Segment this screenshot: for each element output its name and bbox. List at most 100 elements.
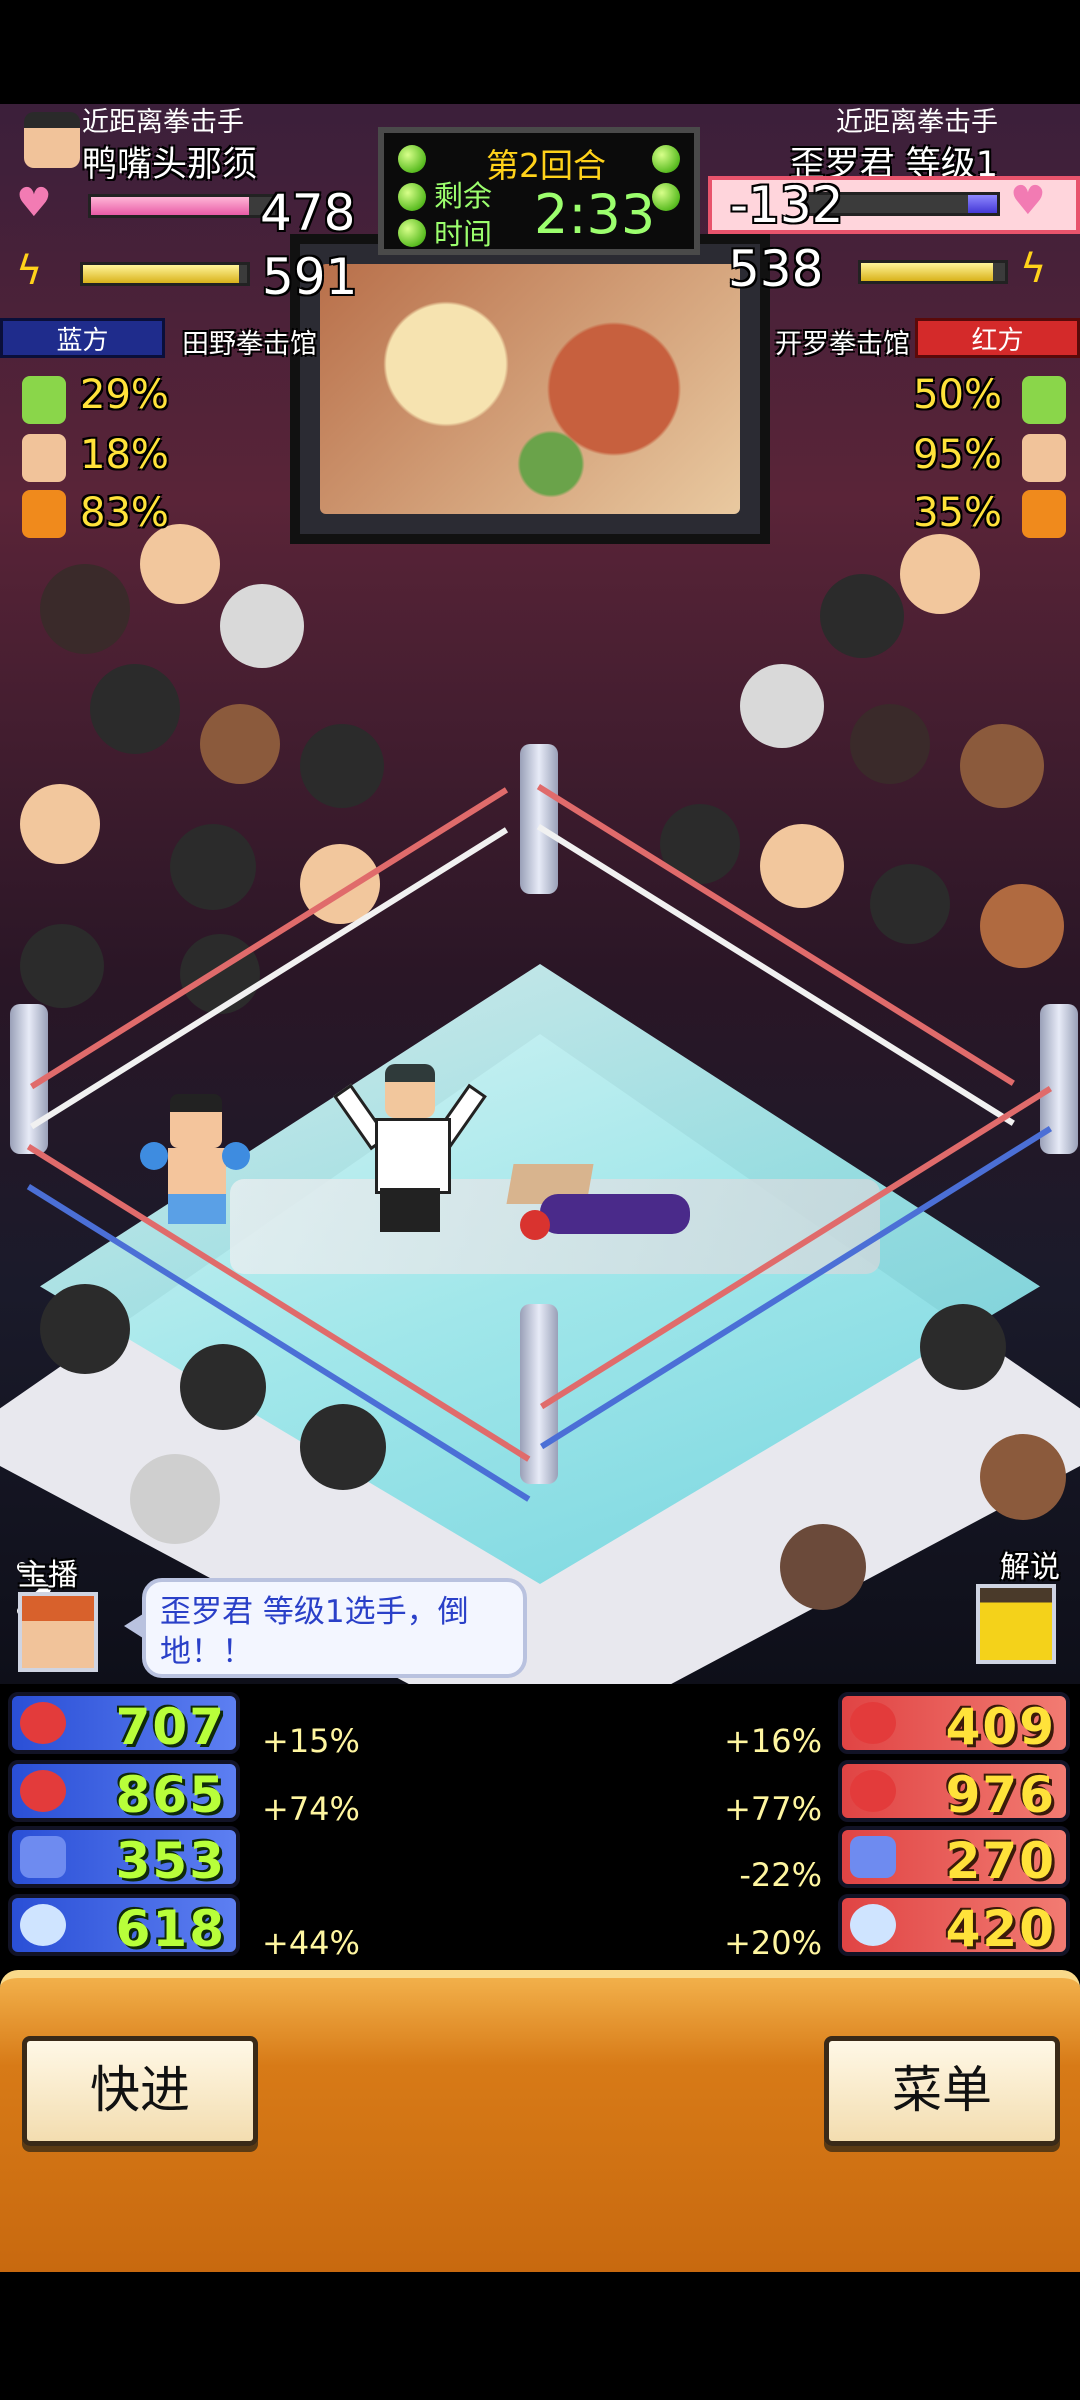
bottom-control-panel: 快进 菜单: [0, 1970, 1080, 2272]
red-bonus-power: +16%: [724, 1722, 822, 1760]
blue-team-tag: 蓝方: [0, 318, 165, 358]
heart-icon: ♥: [16, 180, 52, 226]
crowd-member: [960, 724, 1044, 808]
red-bonus-strength: +77%: [724, 1790, 822, 1828]
green-ball-icon: [652, 183, 680, 211]
crowd-member: [760, 824, 844, 908]
blue-fighter-avatar: [24, 112, 80, 168]
crowd-member: [900, 534, 980, 614]
crowd-member: [980, 1434, 1066, 1520]
blue-fighter-name: 鸭嘴头那须: [82, 145, 258, 185]
crowd-member: [850, 704, 930, 784]
red-bonus-speed: +20%: [724, 1924, 822, 1962]
red-gym-name: 开罗拳击馆: [775, 329, 910, 360]
crowd-member: [140, 524, 220, 604]
announcer-label: 主播: [18, 1558, 78, 1593]
red-percent-1: 50%: [913, 372, 1002, 418]
red-bonus-defense: -22%: [739, 1856, 822, 1894]
blue-hp-bar: [88, 194, 278, 218]
crowd-member: [920, 1304, 1006, 1390]
round-scoreboard: 第2回合 剩余 时间 2:33: [378, 127, 700, 255]
crowd-member: [40, 564, 130, 654]
blue-bonus-power: +15%: [262, 1722, 360, 1760]
blue-boxer-sprite: [140, 1094, 250, 1244]
glove-icon: [850, 1702, 896, 1744]
green-ball-icon: [398, 145, 426, 173]
red-team-tag: 红方: [915, 318, 1080, 358]
shoe-icon: [20, 1904, 66, 1946]
red-percent-2: 95%: [913, 432, 1002, 478]
blue-stat-power: 707: [8, 1692, 240, 1756]
blue-bonus-strength: +74%: [262, 1790, 360, 1828]
fast-forward-button[interactable]: 快进: [22, 2036, 258, 2146]
referee-sprite: [333, 1064, 487, 1234]
blue-percent-2: 18%: [80, 432, 169, 478]
red-percent-3: 35%: [913, 490, 1002, 536]
crowd-member: [980, 884, 1064, 968]
arena-video-screen: [290, 234, 770, 544]
blue-stamina-value: 591: [262, 248, 358, 306]
crowd-member: [300, 1404, 386, 1490]
blue-bonus-speed: +44%: [262, 1924, 360, 1962]
red-boxer-knocked-down-sprite: [500, 1164, 700, 1254]
green-ball-icon: [398, 219, 426, 247]
shoe-icon: [850, 1904, 896, 1946]
crowd-member: [180, 934, 260, 1014]
commentator-label: 解说: [1000, 1550, 1060, 1585]
blue-fighter-title: 近距离拳击手: [82, 107, 244, 138]
red-stamina-bar: [858, 260, 1008, 284]
blue-percent-3: 83%: [80, 490, 169, 536]
red-stat-strength: 976: [838, 1760, 1070, 1824]
muscle-icon: [850, 1770, 896, 1812]
remaining-time-label: 剩余 时间: [434, 179, 493, 251]
ring-post-back: [520, 744, 558, 894]
blue-stat-speed: 618: [8, 1894, 240, 1958]
round-timer: 2:33: [534, 183, 656, 246]
lightning-icon: ϟ: [1020, 246, 1047, 292]
crowd-member: [180, 1344, 266, 1430]
red-stat-speed: 420: [838, 1894, 1070, 1958]
megaphone-icon: [22, 376, 66, 424]
crowd-member: [780, 1524, 866, 1610]
commentary-speech-bubble: 歪罗君 等级1选手，倒地！！: [124, 1578, 527, 1678]
flame-icon: [22, 490, 66, 538]
crowd-member: [90, 664, 180, 754]
commentator-portrait: [976, 1584, 1056, 1664]
round-label: 第2回合: [486, 146, 606, 185]
crowd-member: [870, 864, 950, 944]
crowd-member: [220, 584, 304, 668]
muscle-icon: [20, 1770, 66, 1812]
flame-icon: [1022, 490, 1066, 538]
red-stat-power: 409: [838, 1692, 1070, 1756]
shield-icon: [20, 1836, 66, 1878]
crowd-member: [200, 704, 280, 784]
blue-stat-defense: 353: [8, 1826, 240, 1890]
menu-button[interactable]: 菜单: [824, 2036, 1060, 2146]
red-hp-value: -132: [730, 176, 844, 234]
crowd-member: [170, 824, 256, 910]
crowd-member: [130, 1454, 220, 1544]
blue-stamina-bar: [80, 262, 250, 286]
crowd-member: [20, 784, 100, 864]
heart-icon: ♥: [1010, 178, 1046, 224]
red-fighter-title: 近距离拳击手: [836, 107, 998, 138]
green-ball-icon: [398, 183, 426, 211]
announcer-portrait: [18, 1592, 98, 1672]
fan-icon: [1022, 434, 1066, 482]
glove-icon: [20, 1702, 66, 1744]
blue-percent-1: 29%: [80, 372, 169, 418]
red-stamina-value: 538: [728, 240, 824, 298]
lightning-icon: ϟ: [16, 248, 43, 294]
crowd-member: [740, 664, 824, 748]
shield-icon: [850, 1836, 896, 1878]
blue-hp-value: 478: [260, 184, 356, 242]
fan-icon: [22, 434, 66, 482]
green-ball-icon: [652, 145, 680, 173]
blue-stat-strength: 865: [8, 1760, 240, 1824]
megaphone-icon: [1022, 376, 1066, 424]
crowd-member: [40, 1284, 130, 1374]
crowd-member: [20, 924, 104, 1008]
red-stat-defense: 270: [838, 1826, 1070, 1890]
crowd-member: [820, 574, 904, 658]
crowd-member: [300, 724, 384, 808]
